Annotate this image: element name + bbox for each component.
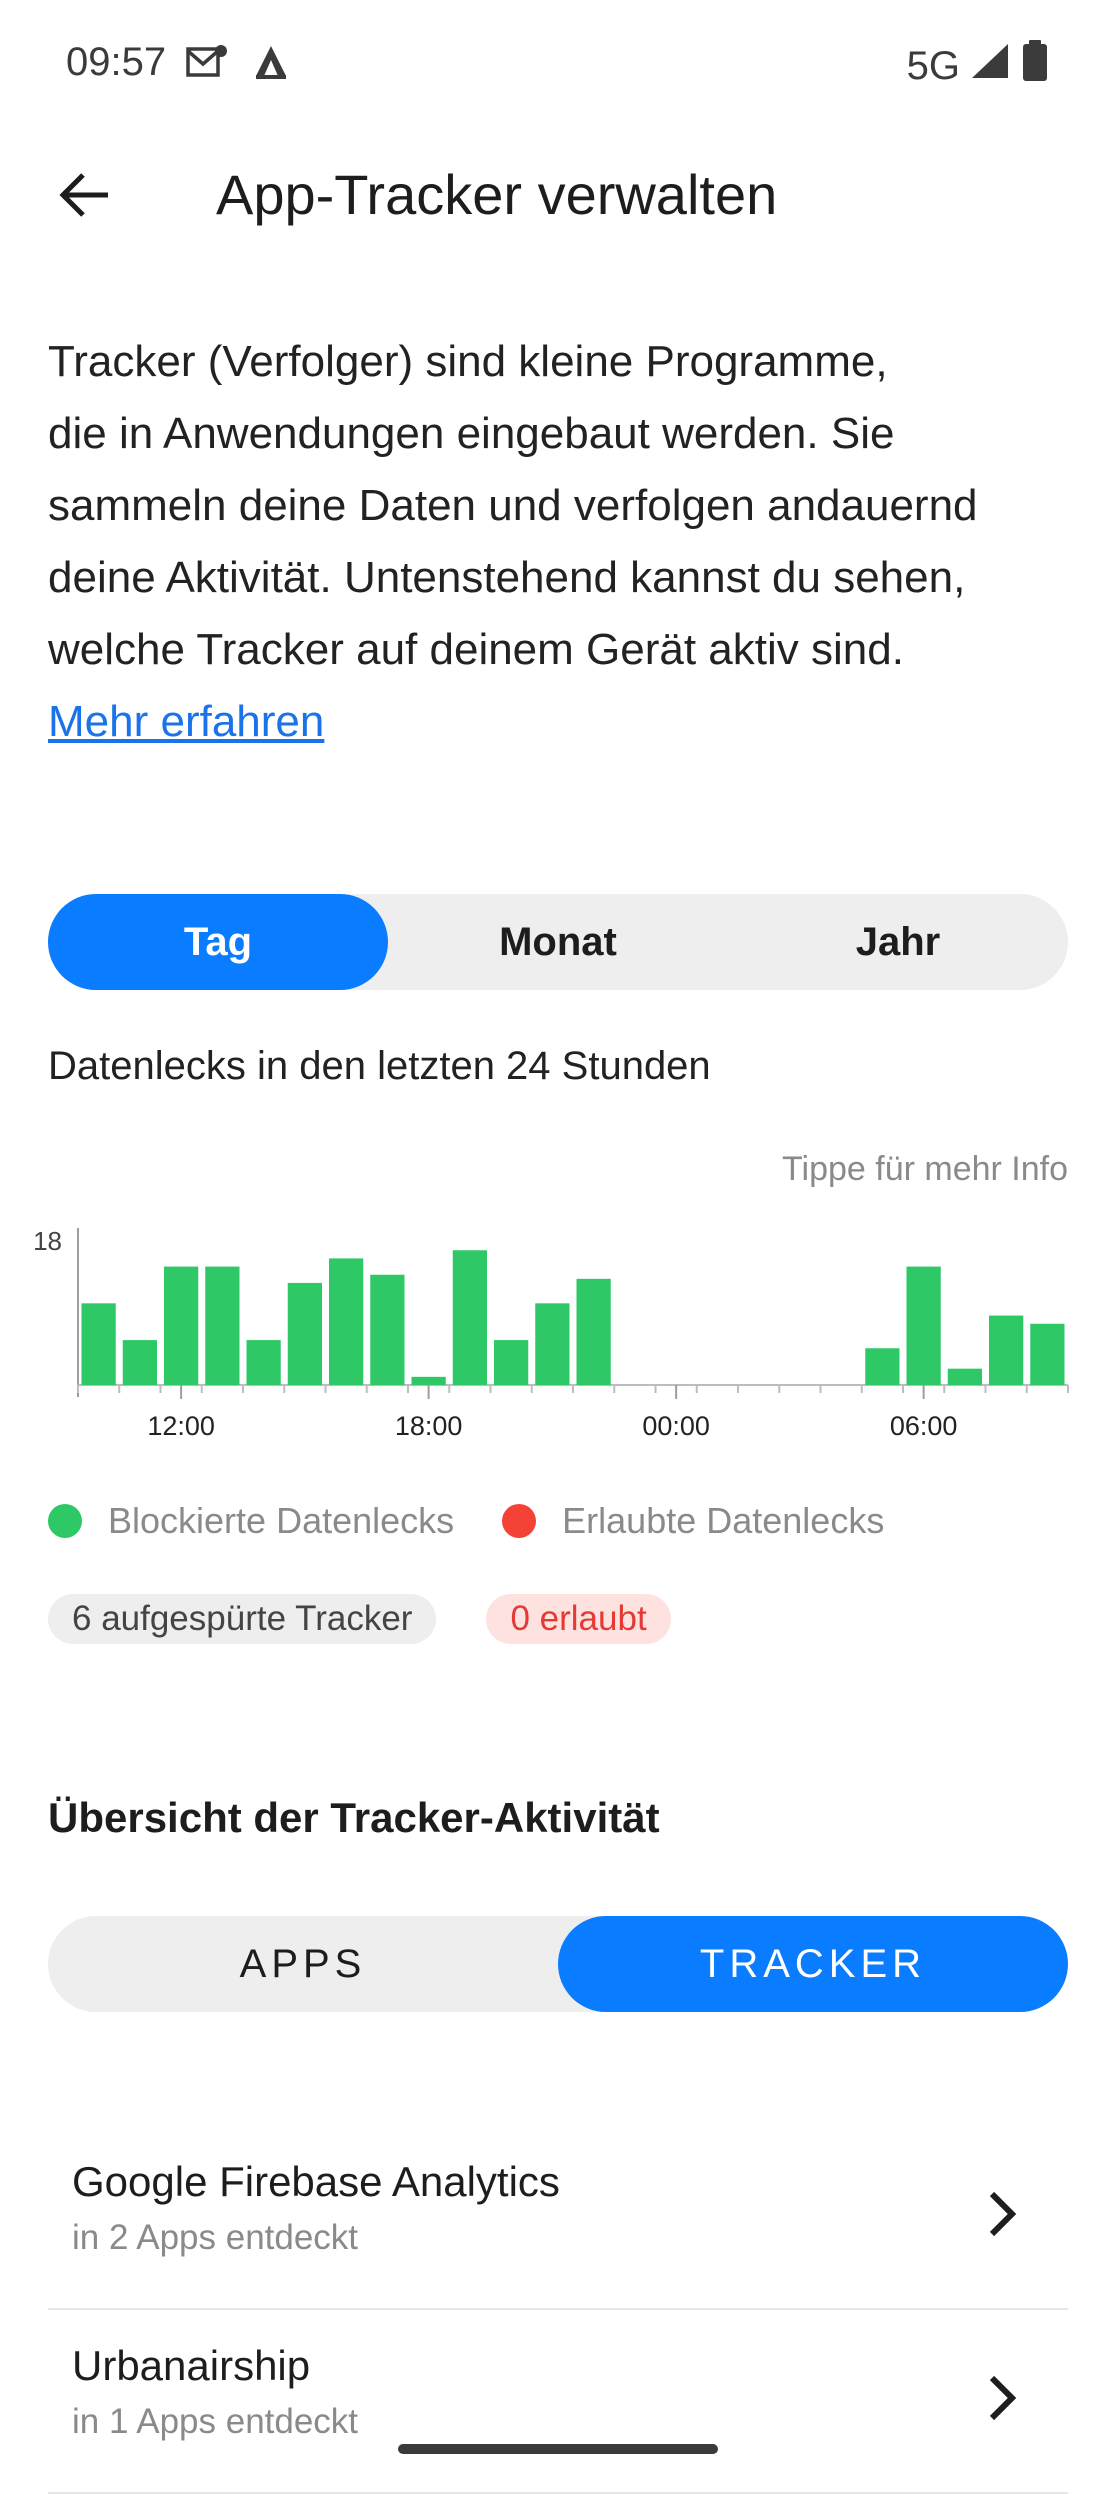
status-time: 09:57 [66, 40, 167, 84]
status-notification-icons [186, 44, 288, 85]
intro-line: die in Anwendungen eingebaut werden. Sie [48, 409, 895, 458]
bar-blocked[interactable] [164, 1266, 199, 1385]
tracker-subtitle: in 2 Apps entdeckt [72, 2218, 359, 2257]
tab-month[interactable]: Monat [388, 894, 728, 990]
intro-line: Tracker (Verfolger) sind kleine Programm… [48, 337, 888, 386]
app-notification-icon [254, 44, 288, 85]
intro-line: deine Aktivität. Untenstehend kannst du … [48, 553, 966, 602]
x-tick-label: 12:00 [147, 1411, 215, 1441]
bar-blocked[interactable] [370, 1274, 405, 1385]
list-item[interactable]: Urbanairship in 1 Apps entdeckt [48, 2310, 1068, 2494]
tab-apps[interactable]: APPS [48, 1916, 558, 2012]
legend-dot-blocked [48, 1504, 82, 1538]
bar-blocked[interactable] [287, 1282, 322, 1385]
bar-blocked[interactable] [122, 1340, 157, 1385]
tracker-subtitle: in 1 Apps entdeckt [72, 2402, 359, 2441]
legend-blocked: Blockierte Datenlecks [48, 1500, 454, 1542]
signal-icon [970, 42, 1010, 90]
bar-blocked[interactable] [329, 1258, 364, 1385]
legend-dot-allowed [502, 1504, 537, 1538]
bar-blocked[interactable] [535, 1303, 570, 1385]
bar-blocked[interactable] [576, 1278, 611, 1385]
leak-bar-chart[interactable]: 18 12:00 18:00 00:00 06:00 [0, 1210, 1116, 1460]
mail-icon [186, 45, 228, 84]
intro-line: sammeln deine Daten und verfolgen andaue… [48, 481, 978, 530]
tab-year[interactable]: Jahr [728, 894, 1068, 990]
bar-blocked[interactable] [865, 1348, 900, 1385]
x-tick-label: 06:00 [890, 1411, 958, 1441]
list-item[interactable]: Google Firebase Analytics in 2 Apps entd… [48, 2126, 1068, 2310]
intro-line: welche Tracker auf deinem Gerät aktiv si… [48, 625, 904, 674]
bar-blocked[interactable] [246, 1340, 281, 1385]
intro-text: Tracker (Verfolger) sind kleine Programm… [48, 326, 1078, 758]
view-selector: APPS TRACKER [48, 1916, 1068, 2012]
arrow-left-icon [58, 172, 112, 223]
x-tick-label: 00:00 [642, 1411, 710, 1441]
status-right-group: 5G [907, 40, 1050, 92]
chart-legend: Blockierte Datenlecks Erlaubte Datenleck… [48, 1500, 932, 1542]
back-button[interactable] [40, 162, 130, 232]
chart-section-label: Datenlecks in den letzten 24 Stunden [48, 1044, 711, 1088]
detected-trackers-badge: 6 aufgespürte Tracker [48, 1594, 437, 1644]
learn-more-link[interactable]: Mehr erfahren [48, 686, 1078, 758]
chevron-right-icon [978, 2368, 1028, 2428]
home-indicator[interactable] [398, 2444, 718, 2454]
tracker-name: Google Firebase Analytics [72, 2158, 560, 2205]
app-bar: App-Tracker verwalten [0, 140, 1116, 250]
battery-icon [1020, 40, 1050, 92]
bar-blocked[interactable] [452, 1250, 487, 1385]
legend-allowed: Erlaubte Datenlecks [502, 1500, 884, 1542]
chevron-right-icon [978, 2184, 1028, 2244]
overview-title: Übersicht der Tracker-Aktivität [48, 1794, 660, 1841]
network-type: 5G [906, 43, 960, 88]
summary-badges: 6 aufgespürte Tracker 0 erlaubt [48, 1594, 671, 1644]
x-tick-label: 18:00 [395, 1411, 463, 1441]
bar-blocked[interactable] [81, 1303, 116, 1385]
bar-blocked[interactable] [411, 1376, 446, 1385]
y-tick-label: 18 [33, 1226, 62, 1256]
tracker-list: Google Firebase Analytics in 2 Apps entd… [48, 2126, 1068, 2494]
page-title: App-Tracker verwalten [216, 163, 778, 226]
legend-blocked-label: Blockierte Datenlecks [108, 1500, 455, 1541]
status-bar: 09:57 5G [0, 0, 1116, 130]
allowed-trackers-badge: 0 erlaubt [486, 1594, 671, 1644]
chart-hint[interactable]: Tippe für mehr Info [782, 1150, 1068, 1189]
period-selector: Tag Monat Jahr [48, 894, 1068, 990]
bar-blocked[interactable] [906, 1266, 941, 1385]
bar-blocked[interactable] [1030, 1323, 1065, 1385]
bar-blocked[interactable] [494, 1340, 529, 1385]
bar-blocked[interactable] [989, 1315, 1024, 1385]
tracker-name: Urbanairship [72, 2342, 311, 2389]
legend-allowed-label: Erlaubte Datenlecks [562, 1500, 885, 1541]
bar-blocked[interactable] [205, 1266, 240, 1385]
tab-tracker[interactable]: TRACKER [558, 1916, 1068, 2012]
tab-day[interactable]: Tag [48, 894, 388, 990]
bar-blocked[interactable] [947, 1368, 982, 1385]
